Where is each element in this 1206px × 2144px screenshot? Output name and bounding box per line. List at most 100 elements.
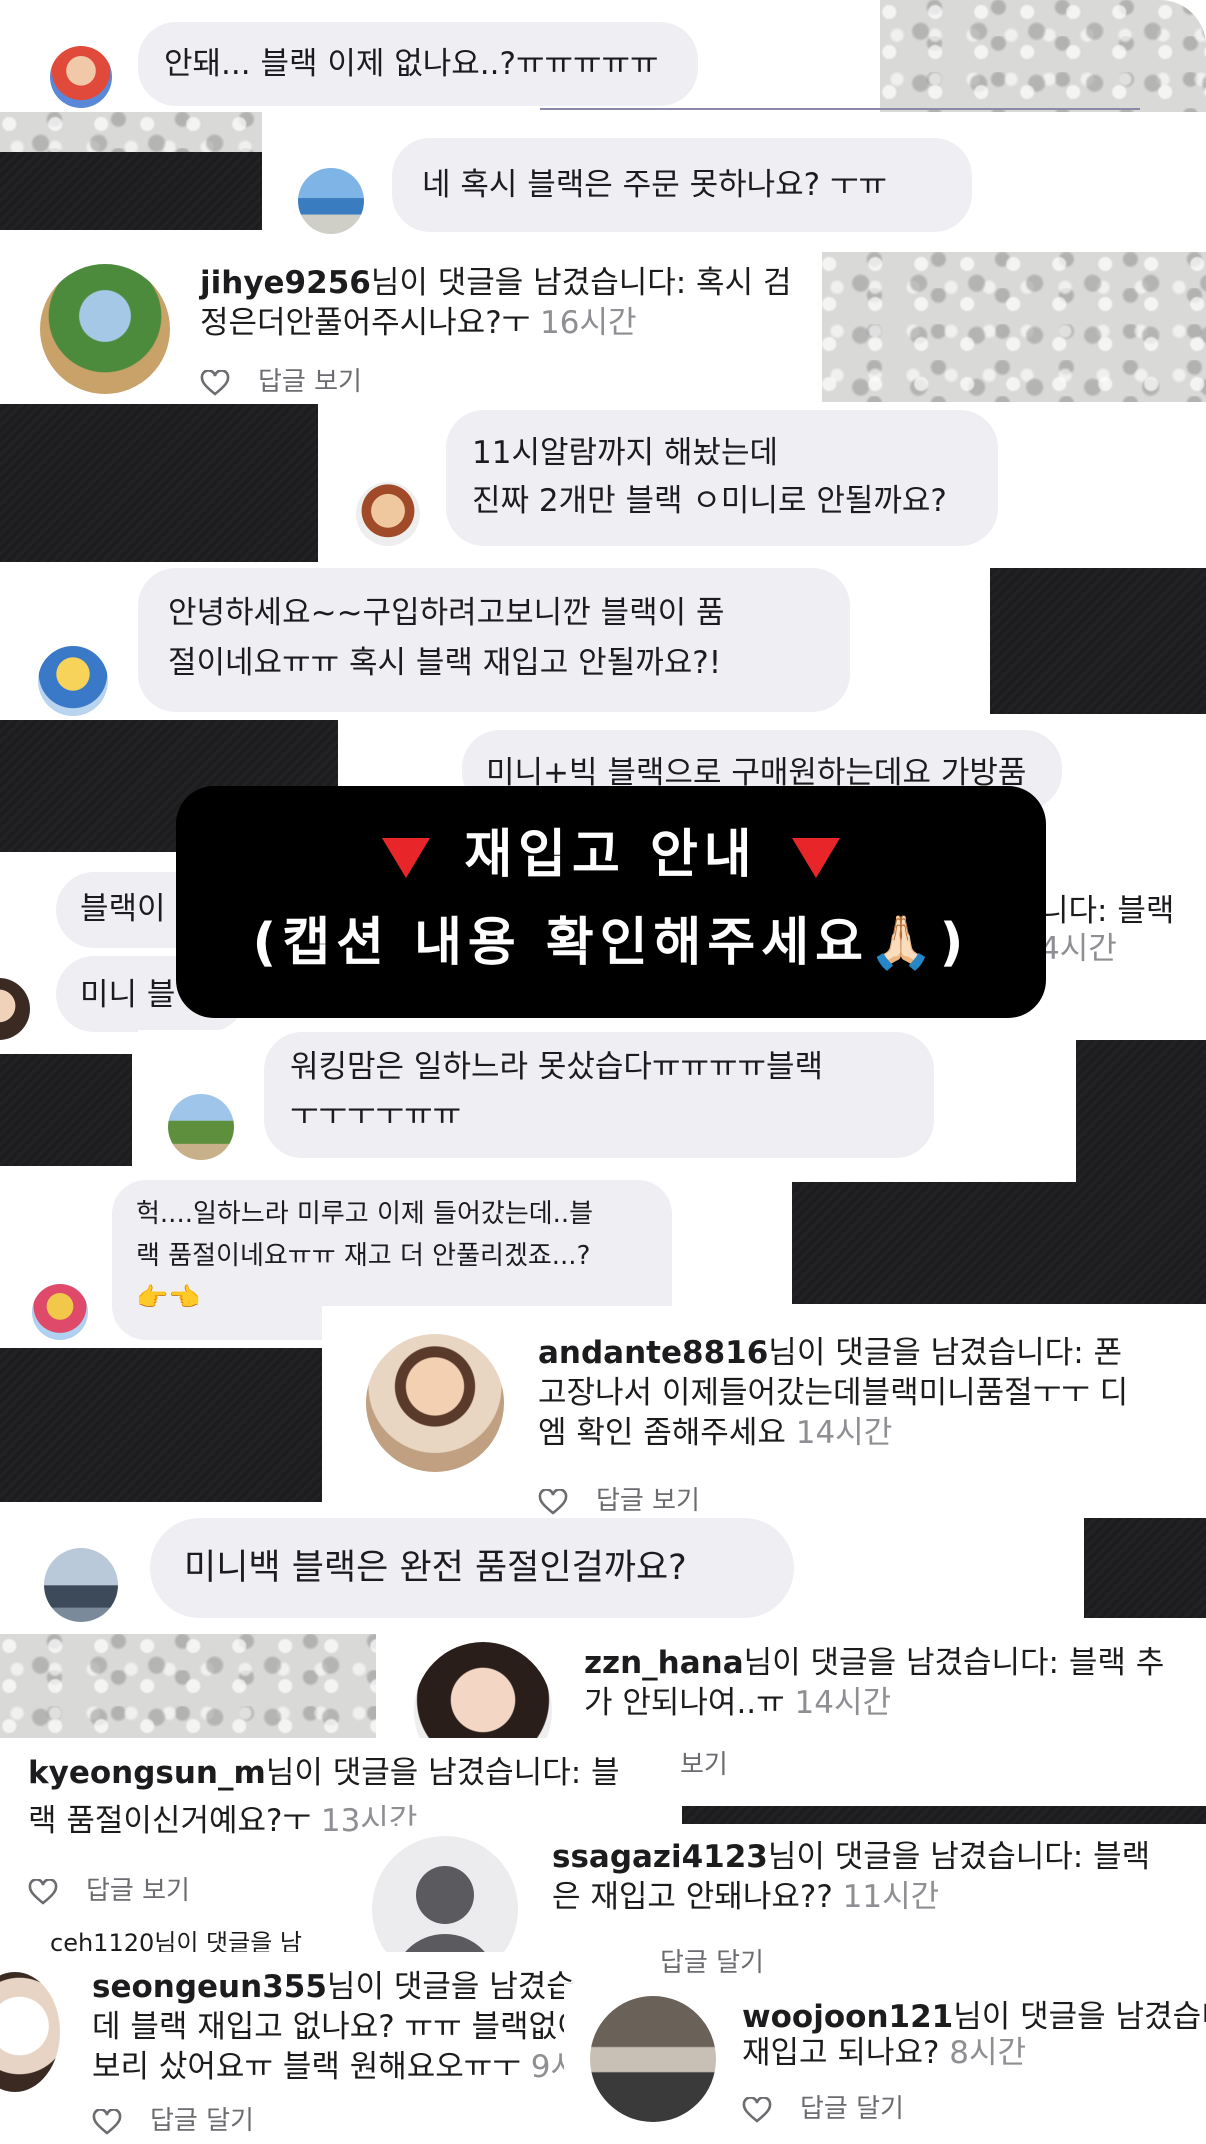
- comment-actions: 답글 달기: [92, 2104, 254, 2138]
- comment-bubble: 미니백 블랙은 완전 품절인걸까요?: [150, 1518, 794, 1618]
- reply-link[interactable]: 답글 보기: [596, 1486, 700, 1516]
- reply-link[interactable]: 답글 달기: [800, 2094, 904, 2124]
- heart-outline-icon[interactable]: [28, 1878, 58, 1905]
- comment-text: 안돼... 블랙 이제 없나요..?ㅠㅠㅠㅠㅠ: [164, 46, 659, 82]
- user-avatar[interactable]: [366, 1334, 504, 1472]
- notification-text: 데 블랙 재입고 없나요? ㅠㅠ 블랙없이: [92, 2009, 586, 2045]
- comment-actions: 답글 보기: [28, 1874, 190, 1908]
- comment-actions: 답글 보기: [200, 365, 362, 399]
- restock-notice-banner: 재입고 안내 (캡션 내용 확인해주세요🙏🏻): [176, 786, 1046, 1018]
- notification-line1: zzn_hana님이 댓글을 남겼습니다: 블랙 추: [584, 1642, 1164, 1684]
- notification-line2: 4시간: [1040, 928, 1117, 970]
- user-avatar[interactable]: [168, 1094, 234, 1160]
- comment-text: 11시알람까지 해놨는데: [472, 435, 778, 471]
- comment-bubble: 안녕하세요~~구입하려고보니깐 블랙이 품 절이네요ㅠㅠ 혹시 블랙 재입고 안…: [138, 568, 850, 712]
- heart-outline-icon[interactable]: [538, 1488, 568, 1515]
- notification-line1: 니다: 블랙: [1040, 890, 1174, 932]
- notification-text: 고장나서 이제들어갔는데블랙미니품절ㅜㅜ 디: [538, 1375, 1129, 1411]
- notification-text: 가 안되나여..ㅠ: [584, 1685, 785, 1721]
- notification-line1: kyeongsun_m님이 댓글을 남겼습니다: 블: [28, 1752, 620, 1794]
- comment-bubble: 11시알람까지 해놨는데 진짜 2개만 블랙 ㅇ미니로 안될까요?: [446, 410, 998, 546]
- notification-text: 은 재입고 안돼나요??: [552, 1879, 833, 1915]
- username-link[interactable]: andante8816: [538, 1335, 768, 1371]
- banner-subtitle: (캡션 내용 확인해주세요🙏🏻): [252, 913, 970, 973]
- user-avatar[interactable]: [298, 168, 364, 234]
- notification-text: 정은더안풀어주시나요?ㅜ: [200, 305, 531, 341]
- notification-line2: 고장나서 이제들어갔는데블랙미니품절ㅜㅜ 디: [538, 1372, 1128, 1414]
- username-link[interactable]: seongeun355: [92, 1969, 327, 2005]
- notification-line1: seongeun355님이 댓글을 남겼습: [92, 1966, 575, 2008]
- comment-bubble: 네 혹시 블랙은 주문 못하나요? ㅜㅠ: [392, 138, 972, 232]
- notification-text: 님이 댓글을 남겼습니다: 블: [265, 1755, 620, 1791]
- comment-text: 미니 블: [80, 977, 176, 1013]
- texture-patch: [0, 112, 262, 152]
- comment-text: 블랙이: [80, 891, 166, 927]
- timestamp: 14시간: [795, 1415, 893, 1451]
- heart-outline-icon[interactable]: [742, 2096, 772, 2123]
- notification-text: 니다: 블랙: [1040, 893, 1175, 929]
- comment-actions: 답글 달기: [660, 1946, 764, 1980]
- username-link[interactable]: zzn_hana: [584, 1645, 744, 1681]
- user-avatar[interactable]: [32, 1284, 88, 1340]
- notification-text: 랙 품절이신거예요?ㅜ: [28, 1803, 311, 1839]
- banner-title: 재입고 안내: [464, 825, 758, 885]
- red-triangle-icon: [382, 838, 431, 878]
- notification-line2: 가 안되나여..ㅠ 14시간: [584, 1682, 891, 1724]
- texture-patch: [880, 0, 1206, 112]
- black-fabric-patch: [792, 1176, 1206, 1304]
- comment-emoji: 👉👈: [136, 1283, 201, 1313]
- notification-text: 님이 댓글을 남겼습니다: 블랙 추: [743, 1645, 1165, 1681]
- reply-link[interactable]: 답글 보기: [258, 367, 362, 397]
- comment-text: 네 혹시 블랙은 주문 못하나요? ㅜㅠ: [422, 167, 888, 203]
- username-link[interactable]: jihye9256: [200, 265, 371, 301]
- red-triangle-icon: [791, 838, 840, 878]
- texture-patch: [0, 1634, 376, 1738]
- notification-line2: 데 블랙 재입고 없나요? ㅠㅠ 블랙없이: [92, 2006, 586, 2048]
- black-fabric-patch: [682, 1806, 1206, 1824]
- reply-link[interactable]: 답글 달기: [660, 1948, 764, 1978]
- story-collage: 안돼... 블랙 이제 없나요..?ㅠㅠㅠㅠㅠ 네 혹시 블랙은 주문 못하나요…: [0, 0, 1206, 2144]
- black-fabric-patch: [0, 1054, 132, 1166]
- notification-text: 님이 댓글을 남겼습니다: 혹시 검: [370, 265, 792, 301]
- user-avatar[interactable]: [590, 1996, 716, 2122]
- comment-text: 워킹맘은 일하느라 못샀습다ㅠㅠㅠㅠ블랙: [290, 1049, 824, 1085]
- notification-text: 님이 댓글을 남겼습: [326, 1969, 575, 2005]
- notification-line2: 재입고 되나요? 8시간: [742, 2032, 1026, 2074]
- user-avatar[interactable]: [38, 646, 108, 716]
- divider-line: [540, 108, 1140, 110]
- notification-text: 엠 확인 좀해주세요: [538, 1415, 786, 1451]
- black-fabric-patch: [1084, 1518, 1206, 1618]
- timestamp: 4시간: [1040, 931, 1117, 967]
- comment-text: 미니백 블랙은 완전 품절인걸까요?: [184, 1548, 687, 1588]
- user-avatar[interactable]: [50, 46, 112, 108]
- reply-link[interactable]: 답글 달기: [150, 2106, 254, 2136]
- avatar-head: [416, 1866, 474, 1924]
- comment-actions: 보기: [680, 1748, 728, 1782]
- username-link[interactable]: kyeongsun_m: [28, 1755, 266, 1791]
- black-fabric-patch: [0, 1346, 322, 1502]
- user-avatar[interactable]: [40, 264, 170, 394]
- username-link[interactable]: ssagazi4123: [552, 1839, 768, 1875]
- username-link[interactable]: woojoon121: [742, 1999, 953, 2035]
- user-avatar[interactable]: [44, 1548, 118, 1622]
- heart-outline-icon[interactable]: [200, 369, 230, 396]
- timestamp: 14시간: [794, 1685, 892, 1721]
- comment-bubble: 워킹맘은 일하느라 못샀습다ㅠㅠㅠㅠ블랙 ㅜㅜㅜㅜㅠㅠ: [264, 1032, 934, 1158]
- notification-line2: 정은더안풀어주시나요?ㅜ 16시간: [200, 302, 637, 344]
- black-fabric-patch: [990, 568, 1206, 714]
- comment-actions: 답글 보기: [538, 1484, 700, 1518]
- reply-link[interactable]: 보기: [680, 1750, 728, 1780]
- texture-patch: [820, 252, 1206, 402]
- timestamp: 8시간: [949, 2035, 1027, 2071]
- notification-text: 님이 댓글을 남겼습니다: [953, 1999, 1206, 2035]
- comment-text: 헉....일하느라 미루고 이제 들어갔는데..블: [136, 1199, 594, 1229]
- user-avatar[interactable]: [356, 482, 420, 546]
- clipped-comment: ceh1120님이 댓글을 남: [50, 1930, 410, 1952]
- timestamp: 16시간: [540, 305, 637, 341]
- banner-title-line: 재입고 안내: [176, 820, 1046, 890]
- notification-line1: jihye9256님이 댓글을 남겼습니다: 혹시 검: [200, 262, 791, 304]
- timestamp: 11시간: [842, 1879, 940, 1915]
- heart-outline-icon[interactable]: [92, 2108, 122, 2135]
- notification-line3: 보리 샀어요ㅠ 블랙 원해요오ㅠㅜ 9시: [92, 2046, 579, 2088]
- reply-link[interactable]: 답글 보기: [86, 1876, 190, 1906]
